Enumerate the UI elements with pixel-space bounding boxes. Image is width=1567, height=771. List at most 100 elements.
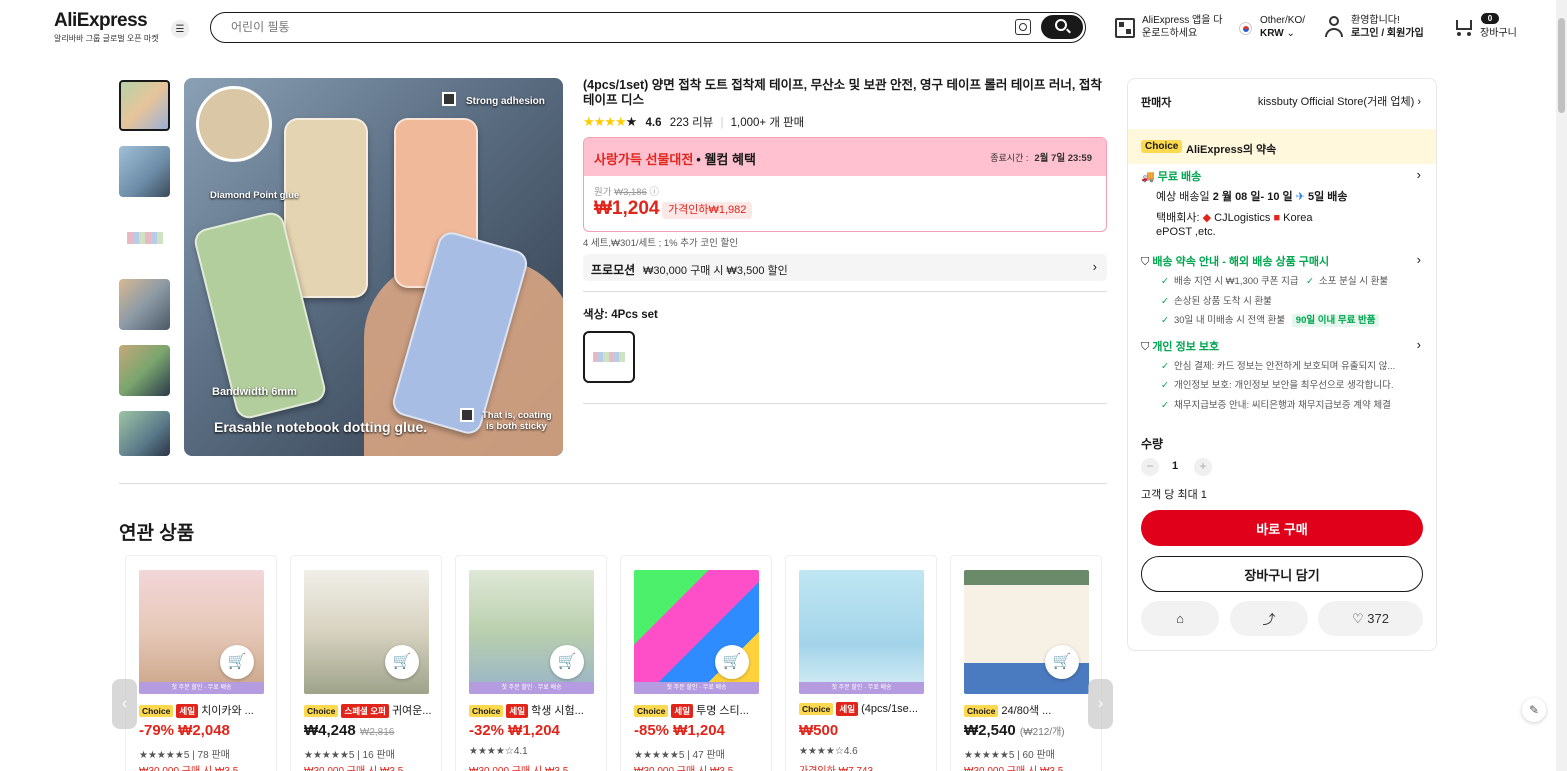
product-promo: ₩30,000 구매 시 ₩3,5: [634, 762, 733, 771]
quantity-minus-button[interactable]: −: [1141, 458, 1159, 476]
related-product-card[interactable]: 🛒 Choice 24/80색 ... ₩2,540 (₩212/개) ★★★★…: [950, 555, 1102, 771]
wishlist-button[interactable]: ♡ 372: [1318, 601, 1423, 636]
gallery-thumbnail[interactable]: [119, 279, 170, 330]
cart-label[interactable]: 장바구니: [1480, 27, 1517, 40]
search-input[interactable]: [231, 18, 991, 36]
menu-icon[interactable]: ☰: [171, 20, 189, 38]
seller-link[interactable]: kissbuty Official Store(거래 업체) ›: [1258, 93, 1421, 109]
gallery-thumbnail[interactable]: [119, 146, 170, 197]
store-button[interactable]: ⌂: [1141, 601, 1219, 636]
special-offer-badge: 스페셜 오퍼: [341, 704, 389, 719]
add-to-cart-button[interactable]: 장바구니 담기: [1141, 556, 1423, 592]
related-product-card[interactable]: 첫 주문 할인 · 무료 배송 Choice 세일 (4pcs/1se... ₩…: [785, 555, 937, 771]
product-sold: 60 판매: [1022, 750, 1055, 761]
carousel-next-button[interactable]: ›: [1088, 679, 1113, 729]
add-cart-icon[interactable]: 🛒: [550, 645, 584, 679]
logo-text: AliExpress: [54, 10, 148, 31]
color-option-4pcs[interactable]: [583, 331, 635, 383]
login-link[interactable]: 로그인 / 회원가입: [1351, 27, 1424, 40]
product-image: 첫 주문 할인 · 무료 배송 🛒: [469, 570, 594, 694]
locale-text: Other/KO/: [1260, 15, 1306, 26]
max-per-customer: 고객 당 최대 1: [1141, 489, 1207, 501]
product-price: ₩500: [799, 722, 839, 739]
review-count[interactable]: 223 리뷰: [670, 117, 714, 129]
gallery-thumbnail[interactable]: [119, 345, 170, 396]
add-cart-icon[interactable]: 🛒: [220, 645, 254, 679]
choice-badge: Choice: [1141, 140, 1183, 153]
search-button[interactable]: [1041, 15, 1083, 39]
user-icon[interactable]: [1324, 16, 1344, 38]
search-bar: [210, 12, 1086, 43]
product-name: 투명 스티...: [696, 705, 749, 717]
sale-badge: 세일: [836, 702, 859, 716]
product-name: 치이카와 ...: [201, 705, 254, 717]
promo-label: 프로모션: [591, 263, 636, 277]
shield-icon: ⛉: [1141, 256, 1150, 268]
orig-price: ₩3,186: [614, 187, 647, 198]
camera-search-icon[interactable]: [1015, 19, 1031, 35]
korea-post-logo-icon: ■: [1273, 212, 1281, 224]
app-download-line1: AliExpress 앱을 다: [1142, 15, 1223, 26]
privacy-row[interactable]: ⛉ 개인 정보 보호: [1141, 338, 1219, 354]
chevron-right-icon: ›: [1092, 259, 1097, 274]
aliexpress-logo[interactable]: AliExpress 알리바바 그룹 글로벌 오픈 마켓: [54, 10, 159, 44]
cart-icon[interactable]: [1452, 18, 1474, 36]
qr-code-icon[interactable]: [1115, 18, 1135, 38]
carrier-label: 택배회사:: [1156, 212, 1200, 224]
shield-check-icon: ⛉: [1141, 341, 1150, 353]
carrier-row: 택배회사: ◆ CJLogistics ■ Korea: [1156, 209, 1313, 225]
promotion-row[interactable]: 프로모션 ₩30,000 구매 시 ₩3,500 할인 ›: [583, 254, 1107, 281]
product-image: 첫 주문 할인 · 무료 배송 🛒: [139, 570, 264, 694]
add-cart-icon[interactable]: 🛒: [715, 645, 749, 679]
related-product-card[interactable]: 🛒 Choice 스페셜 오퍼 귀여운... ₩4,248 ₩2,816 ★★★…: [290, 555, 442, 771]
zoom-circle: [196, 86, 272, 162]
related-product-card[interactable]: 첫 주문 할인 · 무료 배송 🛒 Choice 세일 학생 시험... -32%…: [455, 555, 607, 771]
related-product-card[interactable]: 첫 주문 할인 · 무료 배송 🛒 Choice 세일 치이카와 ... -79%…: [125, 555, 277, 771]
privacy-title: 개인 정보 보호: [1152, 341, 1220, 353]
product-price: -85% ₩1,204: [634, 722, 725, 739]
promo-strip: 첫 주문 할인 · 무료 배송: [799, 682, 924, 694]
product-main-image[interactable]: Strong adhesion Diamond Point glue Bandw…: [184, 78, 563, 456]
delivery-days: 5일 배송: [1307, 191, 1348, 203]
gallery-thumbnail[interactable]: [119, 411, 170, 456]
color-label: 색상:: [583, 309, 608, 321]
account-menu[interactable]: 환영합니다! 로그인 / 회원가입: [1351, 14, 1424, 40]
choice-promise-text: AliExpress의 약속: [1186, 144, 1277, 156]
choice-badge: Choice: [964, 705, 999, 718]
quantity-label: 수량: [1141, 437, 1164, 451]
carousel-prev-button[interactable]: ‹: [112, 679, 137, 729]
edit-icon[interactable]: ✎: [1522, 698, 1546, 722]
chevron-right-icon[interactable]: ›: [1417, 167, 1421, 182]
free-shipping-row[interactable]: 🚚 무료 배송: [1141, 168, 1201, 184]
buy-now-button[interactable]: 바로 구매: [1141, 510, 1423, 546]
related-product-card[interactable]: 첫 주문 할인 · 무료 배송 🛒 Choice 세일 투명 스티... -85%…: [620, 555, 772, 771]
scrollbar[interactable]: [1556, 0, 1567, 771]
app-download[interactable]: AliExpress 앱을 다 운로드하세요: [1142, 14, 1222, 40]
app-download-line2: 운로드하세요: [1142, 28, 1198, 39]
info-icon[interactable]: ⓘ: [650, 187, 660, 198]
add-cart-icon[interactable]: 🛒: [1045, 645, 1079, 679]
quantity-plus-button[interactable]: +: [1194, 458, 1212, 476]
color-value: 4Pcs set: [611, 309, 658, 321]
rating-row: ★★★★★ 4.6 223 리뷰 | 1,000+ 개 판매: [583, 114, 805, 129]
guarantee-row[interactable]: ⛉ 배송 약속 안내 - 해외 배송 상품 구매시: [1141, 253, 1329, 269]
product-promo: 가격인하 ₩7,743: [799, 762, 873, 771]
chevron-right-icon[interactable]: ›: [1417, 252, 1421, 267]
quantity-value[interactable]: 1: [1172, 460, 1178, 472]
gallery-thumbnail[interactable]: [119, 212, 170, 263]
product-price: ₩4,248: [304, 722, 356, 739]
rating-value: 4.6: [645, 117, 662, 129]
chevron-right-icon[interactable]: ›: [1417, 337, 1421, 352]
privacy-item: 채무지급보증 안내: 씨티은행과 채무지급보증 계약 체결: [1161, 397, 1391, 411]
per-unit-text: 4 세트,₩301/세트 ; 1% 추가 코인 할인: [583, 238, 738, 249]
scrollbar-thumb[interactable]: [1558, 18, 1565, 113]
product-rating: ★★★★★5: [139, 750, 190, 761]
carrier-name: Korea: [1283, 212, 1313, 224]
add-cart-icon[interactable]: 🛒: [385, 645, 419, 679]
share-button[interactable]: ⤴: [1230, 601, 1308, 636]
product-unit-price: (₩212/개): [1019, 727, 1065, 738]
product-promo: ₩30,000 구매 시 ₩3,5: [964, 762, 1063, 771]
gallery-thumbnail[interactable]: [119, 80, 170, 131]
promo-strip: 첫 주문 할인 · 무료 배송: [139, 682, 264, 694]
locale-selector[interactable]: Other/KO/ KRW ⌄: [1260, 14, 1305, 40]
